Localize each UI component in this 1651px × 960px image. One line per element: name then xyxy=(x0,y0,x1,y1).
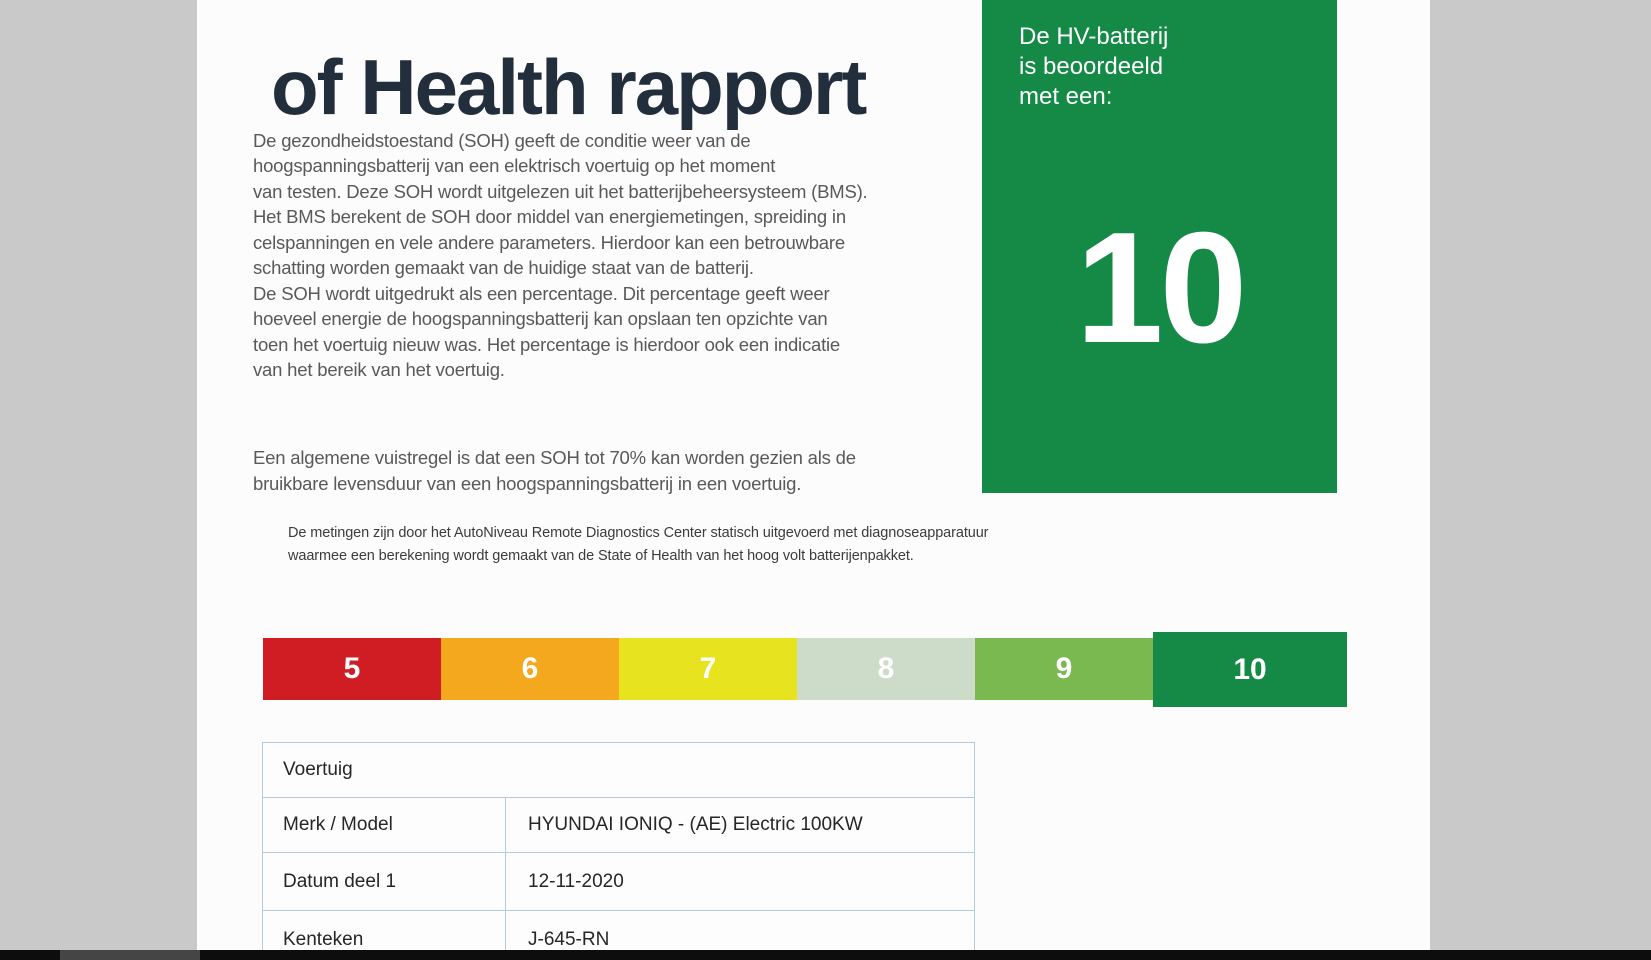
rating-box-label: De HV-batterij is beoordeeld met een: xyxy=(1019,22,1168,112)
rating-score: 10 xyxy=(982,198,1337,379)
row-value-merk-model: HYUNDAI IONIQ - (AE) Electric 100KW xyxy=(506,798,974,852)
vehicle-table-header: Voertuig xyxy=(263,743,974,798)
scrollbar-thumb[interactable] xyxy=(60,950,200,960)
rating-box: De HV-batterij is beoordeeld met een: 10 xyxy=(982,0,1337,493)
scale-segment-6: 6 xyxy=(441,638,619,700)
table-row: Merk / Model HYUNDAI IONIQ - (AE) Electr… xyxy=(263,798,974,853)
screenshot-canvas: of Health rapport De gezondheidstoestand… xyxy=(0,0,1651,960)
scale-segment-8: 8 xyxy=(797,638,975,700)
report-page: of Health rapport De gezondheidstoestand… xyxy=(197,0,1430,950)
scale-segment-10-highlighted: 10 xyxy=(1153,632,1347,707)
intro-text: De gezondheidstoestand (SOH) geeft de co… xyxy=(253,102,913,522)
row-label-datum-deel-1: Datum deel 1 xyxy=(263,853,506,910)
scale-segment-9: 9 xyxy=(975,638,1153,700)
bottom-scrollbar-track xyxy=(0,950,1651,960)
scale-segment-7: 7 xyxy=(619,638,797,700)
scale-segment-5: 5 xyxy=(263,638,441,700)
table-row: Datum deel 1 12-11-2020 xyxy=(263,853,974,911)
rating-scale-bar: 5 6 7 8 9 10 xyxy=(263,632,1347,707)
intro-paragraph-2: Een algemene vuistregel is dat een SOH t… xyxy=(253,445,913,496)
vehicle-table: Voertuig Merk / Model HYUNDAI IONIQ - (A… xyxy=(262,742,975,960)
intro-paragraph-1: De gezondheidstoestand (SOH) geeft de co… xyxy=(253,128,913,383)
row-label-merk-model: Merk / Model xyxy=(263,798,506,852)
measurement-note: De metingen zijn door het AutoNiveau Rem… xyxy=(288,522,1048,568)
row-value-datum-deel-1: 12-11-2020 xyxy=(506,853,974,910)
